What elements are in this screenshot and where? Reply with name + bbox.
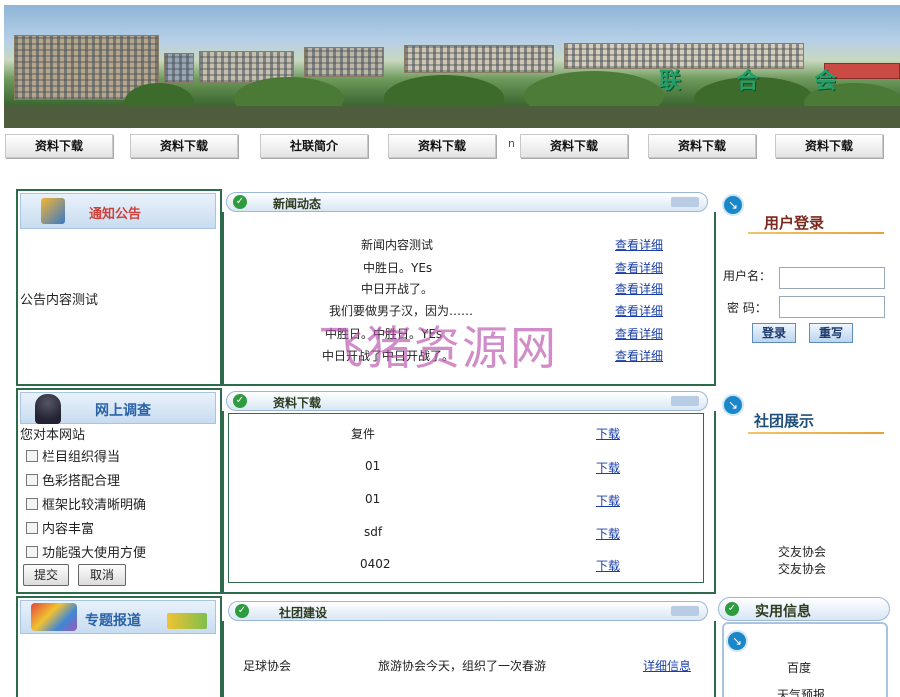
checkbox[interactable]: [26, 450, 38, 462]
download-link[interactable]: 下载: [596, 459, 620, 476]
nav-item[interactable]: 资料下载: [388, 134, 496, 158]
special-title: 专题报道: [85, 613, 141, 629]
news-item-text: 我们要做男子汉，因为……: [329, 304, 474, 318]
club-build-name: 足球协会: [243, 659, 292, 673]
arrow-circle-icon: ↘: [722, 394, 744, 416]
news-item-link[interactable]: 查看详细: [615, 325, 663, 342]
download-link[interactable]: 下载: [596, 525, 620, 542]
checkbox[interactable]: [26, 474, 38, 486]
nav-item-intro[interactable]: 社联简介: [260, 134, 368, 158]
password-label: 密 码：: [727, 301, 767, 315]
notice-icon: [41, 198, 65, 224]
nav-item[interactable]: 资料下载: [5, 134, 113, 158]
club-item[interactable]: 交友协会: [778, 543, 826, 560]
nav-item[interactable]: 资料下载: [520, 134, 628, 158]
username-label: 用户名：: [723, 269, 772, 283]
banner-title: 联 合 会: [659, 68, 861, 94]
survey-panel: 网上调查 您对本网站 栏目组织得当 色彩搭配合理 框架比较清晰明确 内容丰富 功…: [16, 388, 222, 594]
download-name: 01: [365, 459, 381, 473]
club-build-title: 社团建设: [279, 606, 328, 620]
news-header: ✓ 新闻动态: [226, 192, 708, 212]
special-panel: 专题报道: [16, 596, 222, 697]
header-banner: 联 合 会: [4, 5, 900, 128]
download-link[interactable]: 下载: [596, 557, 620, 574]
news-item-link[interactable]: 查看详细: [615, 259, 663, 276]
download-name: 01: [365, 492, 381, 506]
checkbox[interactable]: [26, 498, 38, 510]
news-title: 新闻动态: [273, 197, 322, 211]
check-icon: ✓: [725, 602, 739, 616]
notice-panel: 通知公告 公告内容测试: [16, 189, 222, 386]
useful-title: 实用信息: [755, 604, 811, 620]
password-input[interactable]: [779, 296, 885, 318]
nav-item[interactable]: 资料下载: [775, 134, 883, 158]
news-item-text: 新闻内容测试: [361, 238, 434, 252]
club-build-desc: 旅游协会今天，组织了一次春游: [378, 659, 547, 673]
news-item-link[interactable]: 查看详细: [615, 236, 663, 253]
news-item-text: 中日开战了。: [361, 282, 434, 296]
nav-item[interactable]: 资料下载: [648, 134, 756, 158]
main-nav: 资料下载 资料下载 社联简介 资料下载 n 资料下载 资料下载 资料下载: [0, 134, 900, 160]
username-input[interactable]: [779, 267, 885, 289]
nav-separator: n: [508, 137, 515, 150]
news-item-link[interactable]: 查看详细: [615, 302, 663, 319]
survey-option[interactable]: 色彩搭配合理: [26, 470, 120, 489]
notice-title: 通知公告: [89, 207, 142, 222]
clubs-title: 社团展示: [754, 412, 815, 430]
survey-question: 您对本网站: [20, 428, 86, 443]
arrow-circle-icon: ↘: [726, 630, 748, 652]
useful-item[interactable]: 天气预报: [777, 686, 825, 697]
news-item-text: 中日开战了中日开战了。: [322, 349, 455, 363]
useful-header: ✓ 实用信息: [718, 597, 890, 621]
clubs-header: ↘ 社团展示: [718, 392, 890, 434]
download-name: sdf: [364, 525, 383, 539]
nav-item[interactable]: 资料下载: [130, 134, 238, 158]
downloads-header: ✓ 资料下载: [226, 391, 708, 411]
survey-submit-button[interactable]: 提交: [23, 564, 69, 586]
survey-option[interactable]: 框架比较清晰明确: [26, 494, 146, 513]
notice-content: 公告内容测试: [20, 293, 99, 308]
news-item-text: 中胜日。YEs: [363, 261, 433, 275]
survey-header: 网上调查: [20, 392, 216, 424]
notice-header: 通知公告: [20, 193, 216, 229]
download-link[interactable]: 下载: [596, 492, 620, 509]
special-header: 专题报道: [20, 600, 216, 634]
club-build-header: ✓ 社团建设: [228, 601, 708, 621]
download-link[interactable]: 下载: [596, 425, 620, 442]
download-name: 0402: [360, 557, 391, 571]
check-icon: ✓: [233, 195, 247, 209]
checkbox[interactable]: [26, 522, 38, 534]
news-item-link[interactable]: 查看详细: [615, 280, 663, 297]
survey-option[interactable]: 功能强大使用方便: [26, 542, 146, 561]
login-title: 用户登录: [764, 214, 825, 232]
downloads-title: 资料下载: [273, 396, 322, 410]
checkbox[interactable]: [26, 546, 38, 558]
login-header: ↘ 用户登录: [718, 192, 890, 234]
check-icon: ✓: [233, 394, 247, 408]
arrow-circle-icon: ↘: [722, 194, 744, 216]
reports-icon: [31, 603, 77, 631]
club-item[interactable]: 交友协会: [778, 560, 826, 577]
download-name: 复件: [351, 427, 376, 441]
useful-item[interactable]: 百度: [787, 659, 811, 676]
person-icon: [35, 394, 61, 424]
survey-option[interactable]: 栏目组织得当: [26, 446, 120, 465]
reset-button[interactable]: 重写: [809, 323, 853, 343]
login-button[interactable]: 登录: [752, 323, 796, 343]
survey-title: 网上调查: [95, 403, 151, 419]
news-item-text: 中胜日。中胜日。YEs: [325, 327, 443, 341]
club-build-link[interactable]: 详细信息: [643, 657, 691, 674]
survey-cancel-button[interactable]: 取消: [78, 564, 126, 586]
news-item-link[interactable]: 查看详细: [615, 347, 663, 364]
survey-option[interactable]: 内容丰富: [26, 518, 94, 537]
check-icon: ✓: [235, 604, 249, 618]
